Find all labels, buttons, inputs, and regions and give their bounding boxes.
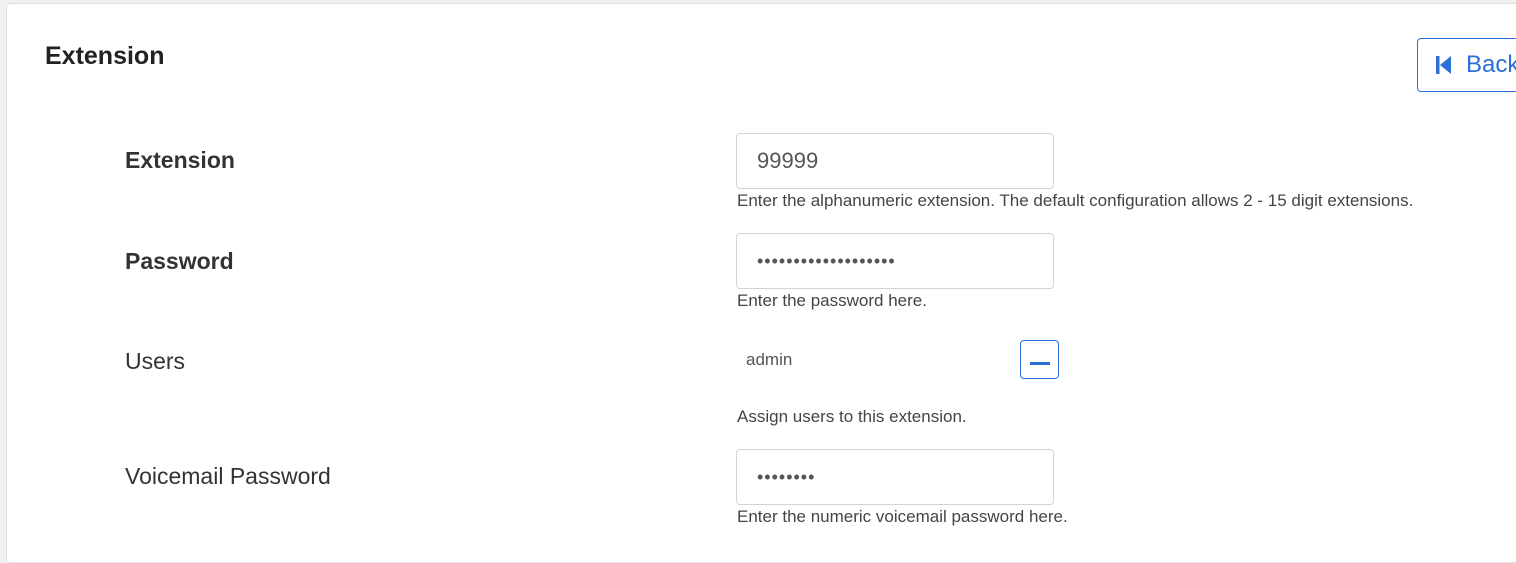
remove-user-button[interactable] <box>1020 340 1059 379</box>
extension-card: Extension Back Extension Enter the alpha… <box>6 3 1516 563</box>
skip-back-icon <box>1436 56 1451 74</box>
password-input[interactable] <box>736 233 1054 289</box>
back-button[interactable]: Back <box>1417 38 1516 92</box>
password-help: Enter the password here. <box>737 291 927 310</box>
extension-help: Enter the alphanumeric extension. The de… <box>737 191 1414 210</box>
voicemail-password-label: Voicemail Password <box>125 463 331 489</box>
extension-input[interactable] <box>736 133 1054 189</box>
voicemail-password-help: Enter the numeric voicemail password her… <box>737 507 1068 526</box>
minus-icon <box>1029 362 1050 365</box>
password-label: Password <box>125 248 234 274</box>
page-title: Extension <box>45 42 165 70</box>
users-label: Users <box>125 348 186 374</box>
back-button-label: Back <box>1466 51 1516 78</box>
users-help: Assign users to this extension. <box>737 407 967 426</box>
assigned-user: admin <box>746 350 793 369</box>
extension-label: Extension <box>125 147 235 173</box>
voicemail-password-input[interactable] <box>736 449 1054 505</box>
